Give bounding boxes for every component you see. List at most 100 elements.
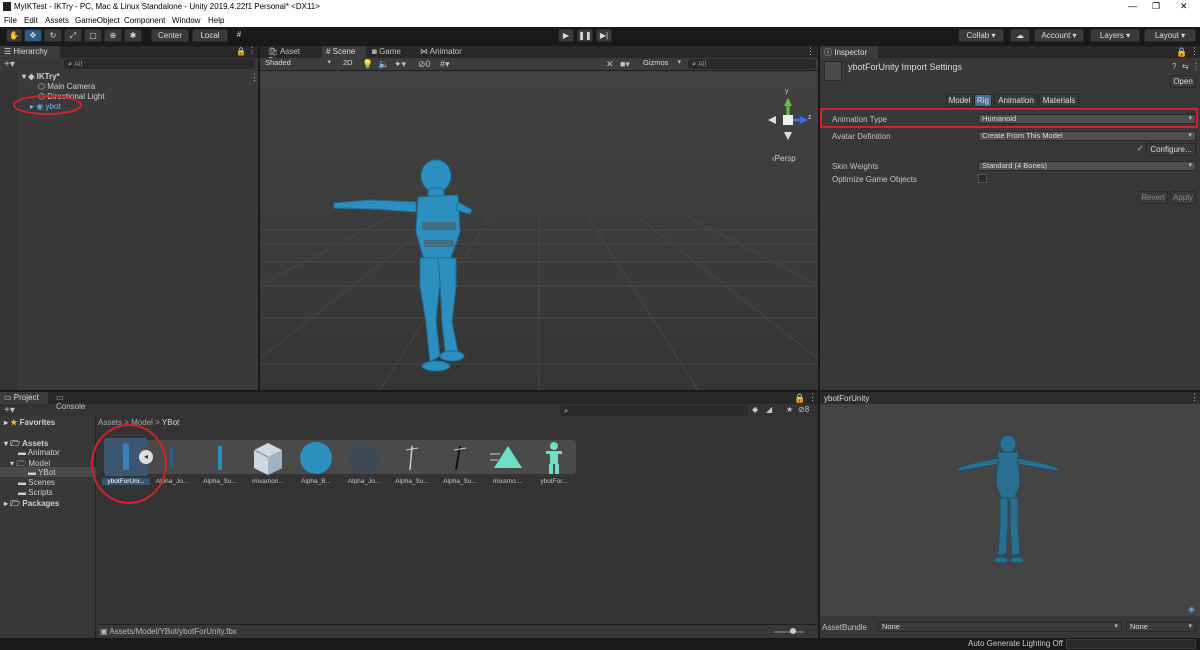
folder-scripts[interactable]: ▬ Scripts [18, 488, 53, 497]
tab-rig[interactable]: Rig [974, 94, 992, 107]
favorites-item[interactable]: ▸ ★ Favorites [4, 418, 55, 427]
layers-dropdown[interactable]: Layers ▾ [1090, 29, 1140, 42]
menu-component[interactable]: Component [124, 16, 165, 25]
account-dropdown[interactable]: Account ▾ [1034, 29, 1084, 42]
tab-game[interactable]: ◙ Game [368, 46, 414, 58]
add-icon[interactable]: +▾ [4, 59, 15, 70]
label-tag-icon[interactable]: ◈ [1188, 604, 1195, 615]
grid-icon[interactable]: #▾ [440, 59, 450, 70]
lock-icon[interactable]: 🔒 [794, 393, 805, 404]
step-button[interactable]: ▶| [596, 29, 612, 42]
close-icon[interactable]: ✕ [1180, 1, 1188, 12]
tools-icon[interactable]: ✕ [606, 59, 614, 70]
tab-scene[interactable]: # Scene [322, 46, 366, 58]
help-icon[interactable]: ? [1172, 62, 1176, 71]
menu-dots-icon[interactable]: ⋮ [1190, 46, 1199, 57]
hierarchy-search-input[interactable]: ⌕ All [64, 59, 254, 69]
grid-snap-icon[interactable]: # [232, 29, 246, 42]
create-icon[interactable]: +▾ [4, 405, 15, 416]
orientation-gizmo[interactable]: y z [764, 88, 814, 144]
effects-icon[interactable]: ✦▾ [394, 59, 406, 70]
maximize-icon[interactable]: ❐ [1152, 1, 1160, 12]
move-tool-icon[interactable]: ✥ [24, 29, 42, 42]
lighting-icon[interactable]: 💡 [362, 59, 373, 70]
scene-menu-icon[interactable]: ⋮ [250, 72, 259, 83]
folder-animator[interactable]: ▬ Animator [18, 448, 60, 457]
assetbundle-dropdown[interactable]: None ▾ [878, 622, 1122, 632]
menu-gameobject[interactable]: GameObject [75, 16, 120, 25]
tab-asset-store[interactable]: 🛍 Asset Store [264, 46, 320, 65]
open-button[interactable]: Open [1170, 75, 1196, 88]
tab-inspector[interactable]: ⓘ Inspector [820, 46, 878, 58]
tab-animator[interactable]: ⋈ Animator [416, 46, 470, 58]
asset-tile[interactable]: mixamo.... [486, 440, 530, 485]
hierarchy-item-main-camera[interactable]: ⬡ Main Camera [38, 82, 95, 91]
rect-tool-icon[interactable]: ▢ [84, 29, 102, 42]
scene-root-item[interactable]: ▾ ◈ IKTry* [22, 72, 60, 81]
asset-tile[interactable]: Alpha_Su... [390, 440, 434, 485]
asset-tile[interactable]: ybotFor... [532, 440, 576, 485]
asset-tile[interactable]: Alpha_Su... [438, 440, 482, 485]
scene-menu-icon[interactable]: ⋮ [806, 46, 815, 57]
tab-materials[interactable]: Materials [1039, 94, 1079, 107]
hand-tool-icon[interactable]: ✋ [6, 29, 22, 42]
preview-viewport[interactable]: ◈ [820, 404, 1200, 616]
collab-button[interactable]: Collab ▾ [958, 29, 1004, 42]
audio-icon[interactable]: 🔈 [378, 59, 389, 70]
asset-tile[interactable]: Alpha_Jo... [342, 440, 386, 485]
pivot-local-button[interactable]: Local [192, 29, 228, 42]
hidden-packages-icon[interactable]: ⊘8 [798, 405, 809, 414]
tab-hierarchy[interactable]: ☰ Hierarchy [0, 46, 60, 58]
rotate-tool-icon[interactable]: ↻ [44, 29, 62, 42]
settings-icon[interactable]: ⇆ [1182, 62, 1189, 71]
persp-label[interactable]: ‹Persp [772, 154, 796, 163]
asset-tile[interactable]: Alpha_B... [294, 440, 338, 485]
scene-viewport[interactable]: y z ‹Persp [260, 72, 818, 390]
shading-dropdown[interactable]: Shaded ▾ [262, 59, 334, 69]
layout-dropdown[interactable]: Layout ▾ [1144, 29, 1196, 42]
play-button[interactable]: ▶ [558, 29, 574, 42]
menu-dots-icon[interactable]: ⋮ [1190, 392, 1199, 403]
zoom-slider[interactable] [774, 631, 804, 633]
cloud-icon[interactable]: ☁ [1010, 29, 1030, 42]
menu-file[interactable]: File [4, 16, 17, 25]
folder-scenes[interactable]: ▬ Scenes [18, 478, 55, 487]
breadcrumb-ybot[interactable]: YBot [162, 418, 179, 427]
2d-toggle[interactable]: 2D [340, 59, 354, 69]
variant-dropdown[interactable]: None ▾ [1126, 622, 1196, 632]
packages-folder[interactable]: ▸ 🗁 Packages [4, 498, 59, 512]
minimize-icon[interactable]: — [1128, 1, 1137, 11]
skin-weights-dropdown[interactable]: Standard (4 Bones) ▾ [978, 161, 1196, 171]
visibility-icon[interactable]: ⊘0 [418, 59, 431, 70]
folder-ybot[interactable]: ▬ YBot [28, 468, 55, 477]
tab-project[interactable]: ▭ Project [0, 392, 48, 404]
asset-tile[interactable]: Alpha_Su... [198, 440, 242, 485]
menu-dots-icon[interactable]: ⋮ [248, 46, 256, 55]
scene-search-input[interactable]: ⌕ All [688, 59, 816, 69]
menu-help[interactable]: Help [208, 16, 224, 25]
menu-window[interactable]: Window [172, 16, 200, 25]
lock-icon[interactable]: 🔒 [236, 47, 246, 56]
asset-tile[interactable]: mixamori... [246, 440, 290, 485]
camera-icon[interactable]: ■▾ [620, 59, 630, 70]
more-icon[interactable]: ⋮ [1192, 62, 1200, 71]
zoom-slider-thumb[interactable] [790, 628, 796, 634]
pause-button[interactable]: ❚❚ [577, 29, 593, 42]
configure-button[interactable]: Configure... [1146, 143, 1196, 156]
favorite-icon[interactable]: ★ [786, 405, 793, 414]
revert-button[interactable]: Revert [1138, 191, 1168, 204]
transform-tool-icon[interactable]: ⊕ [104, 29, 122, 42]
avatar-definition-dropdown[interactable]: Create From This Model ▾ [978, 131, 1196, 141]
optimize-checkbox[interactable] [978, 174, 987, 183]
tab-console[interactable]: ▭ Console [52, 392, 98, 411]
scale-tool-icon[interactable]: ⤢ [64, 29, 82, 42]
lock-icon[interactable]: 🔒 [1176, 47, 1187, 58]
filter-label-icon[interactable]: ◢ [766, 405, 772, 414]
apply-button[interactable]: Apply [1170, 191, 1196, 204]
tab-animation[interactable]: Animation [994, 94, 1038, 107]
filter-type-icon[interactable]: ◆ [752, 405, 758, 414]
custom-tool-icon[interactable]: ✱ [124, 29, 142, 42]
menu-edit[interactable]: Edit [24, 16, 38, 25]
gizmos-dropdown[interactable]: Gizmos ▾ [640, 59, 684, 69]
pivot-center-button[interactable]: Center [151, 29, 189, 42]
